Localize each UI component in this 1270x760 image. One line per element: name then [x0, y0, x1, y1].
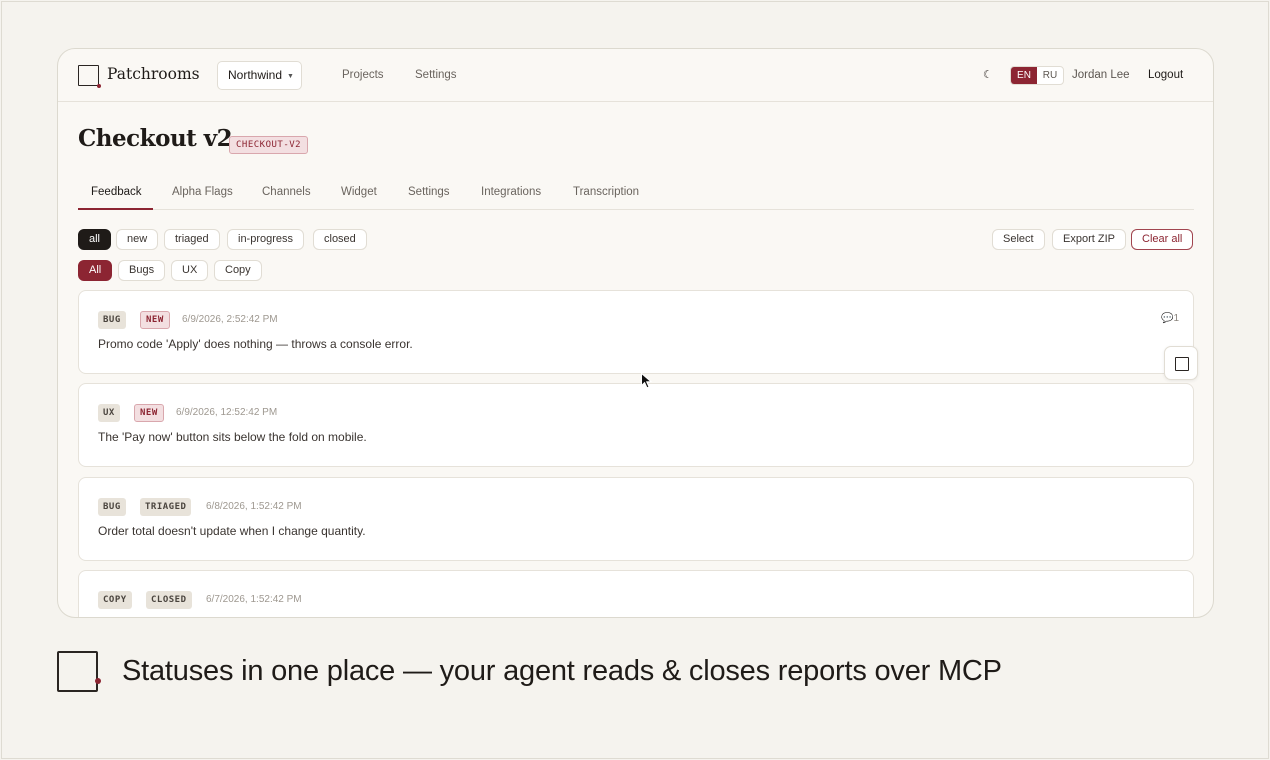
filter-status-new[interactable]: new	[116, 229, 159, 250]
feedback-text: The 'Pay now' button sits below the fold…	[98, 430, 367, 444]
project-tabs: Feedback Alpha Flags Channels Widget Set…	[78, 183, 1194, 210]
feedback-card[interactable]: COPY CLOSED 6/7/2026, 1:52:42 PM	[78, 570, 1194, 617]
status-tag: TRIAGED	[140, 498, 192, 516]
status-tag: NEW	[134, 404, 164, 422]
nav-settings[interactable]: Settings	[415, 69, 457, 81]
app-window: Patchrooms Northwind ▼ Projects Settings …	[57, 48, 1214, 618]
chevron-down-icon: ▼	[287, 73, 294, 80]
language-en[interactable]: EN	[1011, 67, 1037, 84]
feedback-timestamp: 6/8/2026, 1:52:42 PM	[206, 501, 302, 512]
status-tag: CLOSED	[146, 591, 192, 609]
filter-status-in-progress[interactable]: in-progress	[227, 229, 305, 250]
feedback-card[interactable]: BUG NEW 6/9/2026, 2:52:42 PM Promo code …	[78, 290, 1194, 374]
feedback-card[interactable]: UX NEW 6/9/2026, 12:52:42 PM The 'Pay no…	[78, 383, 1194, 467]
status-tag: NEW	[140, 311, 170, 329]
comment-count[interactable]: 💬1	[1161, 313, 1179, 324]
tab-feedback[interactable]: Feedback	[91, 186, 142, 198]
feedback-text: Promo code 'Apply' does nothing — throws…	[98, 337, 413, 351]
active-tab-indicator	[78, 208, 153, 210]
feedback-card[interactable]: BUG TRIAGED 6/8/2026, 1:52:42 PM Order t…	[78, 477, 1194, 561]
tab-settings[interactable]: Settings	[408, 186, 450, 198]
filter-category-all[interactable]: All	[78, 260, 113, 281]
feedback-timestamp: 6/7/2026, 1:52:42 PM	[206, 594, 302, 605]
comment-count-value: 1	[1173, 313, 1179, 324]
tab-channels[interactable]: Channels	[262, 186, 311, 198]
workspace-name: Northwind	[228, 68, 283, 82]
logout-button[interactable]: Logout	[1148, 69, 1183, 81]
filter-status-triaged[interactable]: triaged	[164, 229, 220, 250]
language-switcher: EN RU	[1010, 66, 1064, 85]
filter-category-bugs[interactable]: Bugs	[118, 260, 166, 281]
tab-widget[interactable]: Widget	[341, 186, 377, 198]
filter-category-ux[interactable]: UX	[171, 260, 209, 281]
tab-integrations[interactable]: Integrations	[481, 186, 541, 198]
workspace-switcher[interactable]: Northwind ▼	[217, 61, 302, 90]
page-title: Checkout v2	[78, 125, 233, 152]
comment-icon: 💬	[1160, 313, 1174, 324]
feedback-text: Order total doesn't update when I change…	[98, 524, 366, 538]
category-tag: BUG	[98, 498, 126, 516]
mouse-cursor-icon	[641, 373, 653, 389]
tab-alpha-flags[interactable]: Alpha Flags	[172, 186, 233, 198]
clear-all-button[interactable]: Clear all	[1131, 229, 1194, 250]
logo-icon	[78, 65, 101, 88]
theme-toggle-moon-icon[interactable]: ☾	[983, 68, 993, 81]
patchrooms-widget-button[interactable]	[1164, 346, 1198, 380]
user-name: Jordan Lee	[1072, 69, 1130, 81]
filter-category-copy[interactable]: Copy	[214, 260, 262, 281]
app-name: Patchrooms	[107, 65, 200, 83]
caption-text: Statuses in one place — your agent reads…	[122, 655, 1002, 687]
nav-projects[interactable]: Projects	[342, 69, 384, 81]
top-bar: Patchrooms Northwind ▼ Projects Settings …	[58, 49, 1213, 102]
tab-transcription[interactable]: Transcription	[573, 186, 639, 198]
feedback-timestamp: 6/9/2026, 2:52:42 PM	[182, 314, 278, 325]
project-slug-badge: CHECKOUT-V2	[229, 136, 309, 154]
export-zip-button[interactable]: Export ZIP	[1052, 229, 1126, 250]
filter-status-closed[interactable]: closed	[313, 229, 367, 250]
select-button[interactable]: Select	[992, 229, 1045, 250]
category-tag: UX	[98, 404, 120, 422]
language-ru[interactable]: RU	[1037, 67, 1063, 84]
category-tag: BUG	[98, 311, 126, 329]
feedback-timestamp: 6/9/2026, 12:52:42 PM	[176, 407, 278, 418]
caption-logo-icon	[57, 651, 101, 692]
filter-status-all[interactable]: all	[78, 229, 112, 250]
category-tag: COPY	[98, 591, 132, 609]
